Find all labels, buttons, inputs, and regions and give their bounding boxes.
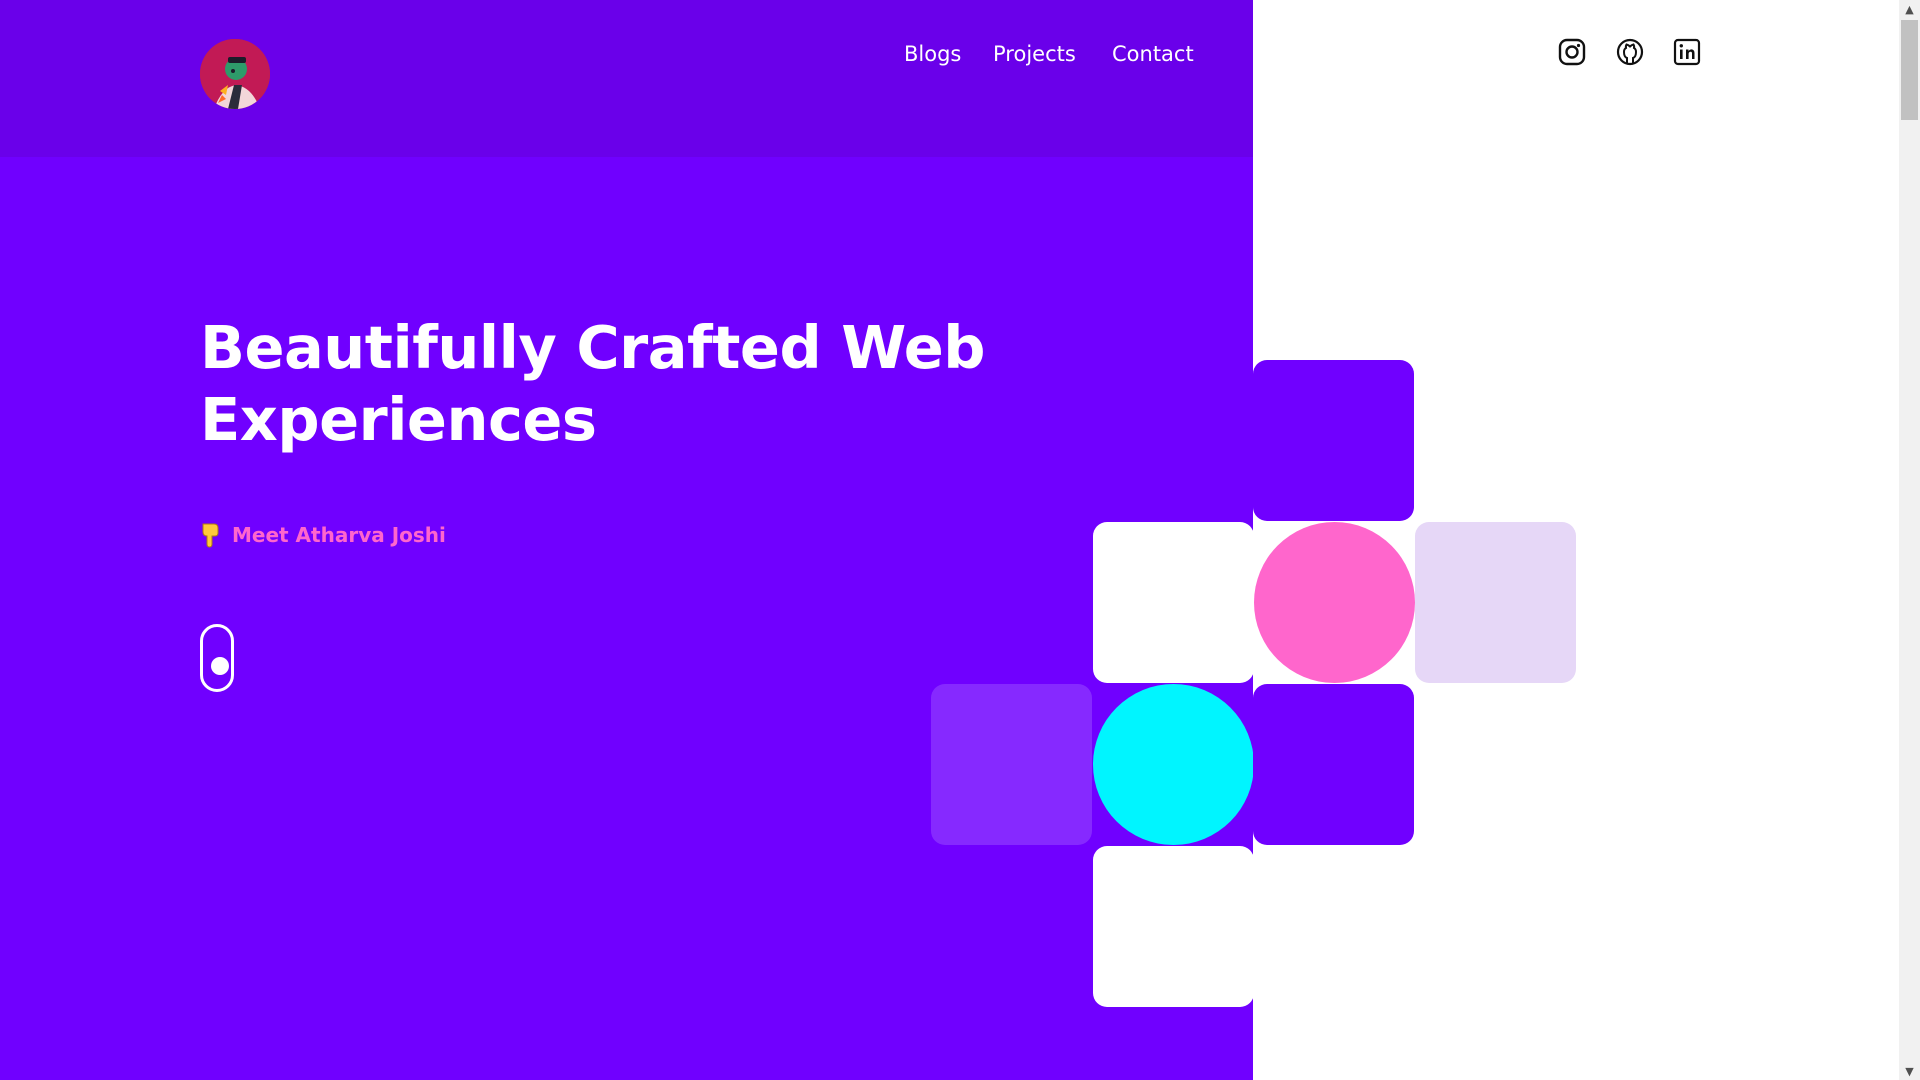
decor-tile-white-bottom (1093, 846, 1254, 1007)
avatar[interactable] (200, 39, 270, 109)
scroll-down-arrow[interactable]: ▼ (1899, 1062, 1920, 1080)
instagram-link[interactable] (1558, 38, 1586, 66)
hero-panel (0, 0, 1253, 1080)
scroll-up-arrow[interactable]: ▲ (1899, 0, 1920, 18)
avatar-illustration (200, 39, 270, 109)
scrollbar-thumb[interactable] (1901, 20, 1918, 120)
decor-tile-purple-top (1253, 360, 1414, 521)
linkedin-link[interactable] (1673, 38, 1701, 66)
scrollbar[interactable] (1899, 0, 1920, 1080)
github-link[interactable] (1616, 38, 1644, 66)
scroll-down-indicator[interactable] (200, 624, 234, 692)
nav-link-projects[interactable]: Projects (993, 42, 1076, 66)
decor-tile-white-left (1093, 522, 1254, 683)
github-icon (1616, 38, 1644, 66)
linkedin-icon (1673, 38, 1701, 66)
meet-link[interactable]: Meet Atharva Joshi (200, 522, 446, 548)
decor-tile-purple-bottom (1253, 684, 1414, 845)
decor-circle-pink (1254, 522, 1415, 683)
meet-label: Meet Atharva Joshi (232, 523, 446, 547)
decor-tile-mid-purple (931, 684, 1092, 845)
decor-tile-light-purple (1415, 522, 1576, 683)
scroll-indicator-dot (211, 657, 229, 675)
instagram-icon (1558, 38, 1586, 66)
top-navigation-bar (0, 0, 1253, 157)
decor-circle-cyan (1093, 684, 1254, 845)
pointing-down-hand-icon (202, 523, 219, 548)
nav-link-contact[interactable]: Contact (1112, 42, 1194, 66)
nav-link-blogs[interactable]: Blogs (904, 42, 961, 66)
hero-title: Beautifully Crafted Web Experiences (200, 313, 985, 454)
